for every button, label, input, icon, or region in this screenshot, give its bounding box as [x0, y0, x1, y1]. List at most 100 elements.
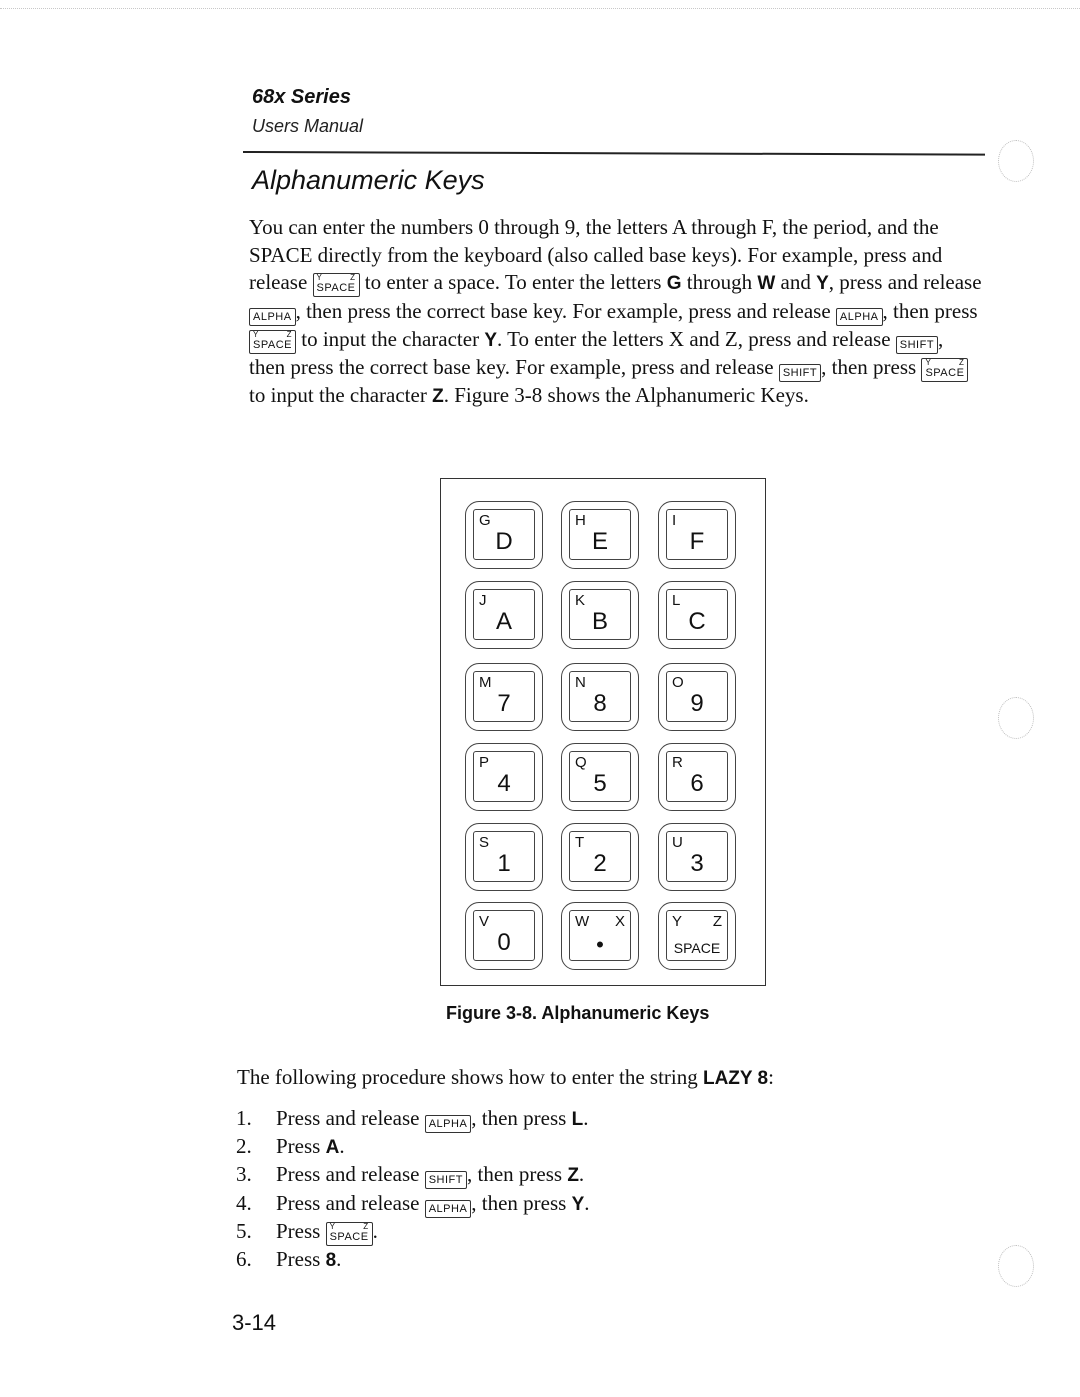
- procedure-step: 1. Press and release ALPHA, then press L.: [236, 1105, 590, 1133]
- key-face: T2: [569, 831, 631, 882]
- header-rule: [242, 151, 985, 156]
- key-alt-label: J: [479, 592, 487, 609]
- key-alt-label: T: [575, 834, 585, 851]
- keypad-key: LC: [658, 581, 736, 649]
- scan-edge-dots: [0, 8, 1080, 10]
- keypad-key: R6: [658, 743, 736, 811]
- key-main-label: 1: [497, 850, 511, 877]
- key-alt-label: G: [479, 512, 491, 529]
- key-main-label: •: [596, 932, 604, 957]
- key-face: W X •: [569, 910, 631, 961]
- intro-paragraph: You can enter the numbers 0 through 9, t…: [249, 215, 982, 407]
- step-character: Z: [567, 1165, 579, 1187]
- key-alt-label: S: [479, 834, 490, 851]
- key-face: HE: [569, 509, 631, 560]
- key-alt-label: L: [672, 592, 681, 609]
- key-face: Y Z SPACE: [666, 910, 728, 961]
- key-face: O9: [666, 671, 728, 722]
- alpha-key-icon: ALPHA: [424, 1115, 472, 1133]
- keypad-key: O9: [658, 663, 736, 731]
- key-alt-label: Y: [672, 913, 683, 930]
- key-main-label: A: [495, 608, 512, 635]
- key-main-label: 5: [593, 770, 607, 797]
- key-alt-label: M: [479, 674, 492, 691]
- running-header-series: 68x Series: [252, 86, 351, 108]
- alpha-key-icon: ALPHA: [835, 307, 883, 326]
- key-main-label: 9: [690, 690, 704, 717]
- figure-caption: Figure 3-8. Alphanumeric Keys: [446, 1003, 710, 1023]
- key-alt-label: K: [575, 592, 586, 609]
- key-face: GD: [473, 509, 535, 560]
- shift-key-icon: SHIFT: [895, 335, 939, 354]
- step-number: 6.: [236, 1246, 252, 1271]
- key-face: V0: [473, 910, 535, 961]
- keypad-key: HE: [561, 501, 639, 569]
- key-alt-label: R: [672, 754, 683, 771]
- key-face: LC: [666, 589, 728, 640]
- space-key-icon: Y Z SPACE: [249, 329, 296, 354]
- keypad-key: T2: [561, 823, 639, 891]
- step-character: A: [325, 1137, 340, 1159]
- key-face: KB: [569, 589, 631, 640]
- key-alt-label: N: [575, 674, 586, 691]
- key-main-label: D: [495, 528, 513, 555]
- key-alt-label: U: [672, 834, 683, 851]
- running-header-manual: Users Manual: [252, 116, 364, 136]
- key-alt-label: V: [479, 913, 490, 930]
- key-main-label: 2: [593, 850, 607, 877]
- key-face: M7: [473, 671, 535, 722]
- key-alt-label: O: [672, 674, 684, 691]
- key-face: U3: [666, 831, 728, 882]
- section-title: Alphanumeric Keys: [252, 165, 485, 195]
- step-number: 4.: [236, 1190, 252, 1215]
- key-main-label: 8: [593, 690, 607, 717]
- key-face: Q5: [569, 751, 631, 802]
- keypad-key: Q5: [561, 743, 639, 811]
- binder-hole-mark: [998, 1245, 1034, 1287]
- keypad-key: Y Z SPACE: [658, 902, 736, 970]
- procedure-step: 5. Press Y Z SPACE.: [236, 1218, 590, 1246]
- keypad-key: V0: [465, 902, 543, 970]
- keypad-figure: G D H E I F J A K B L C M 7 N 8 O 9 P 4 Q 5 R 6 S 1 T 2 U 3 V 0 W X • Y Z SPA…: [440, 478, 766, 986]
- key-main-label: SPACE: [673, 940, 721, 956]
- key-alt-label: H: [575, 512, 586, 529]
- alpha-key-icon: ALPHA: [424, 1199, 472, 1218]
- procedure-step: 2. Press A.: [236, 1133, 590, 1161]
- procedure-step: 4. Press and release ALPHA, then press Y.: [236, 1190, 590, 1218]
- key-face: N8: [569, 671, 631, 722]
- key-main-label: 4: [497, 770, 511, 797]
- key-alt-label: Q: [575, 754, 587, 771]
- key-main-label: 0: [497, 929, 511, 956]
- key-main-label: 7: [497, 690, 511, 717]
- key-main-label: C: [688, 608, 706, 635]
- keypad-key: KB: [561, 581, 639, 649]
- key-alt-label: I: [672, 512, 677, 529]
- key-main-label: 3: [690, 850, 704, 877]
- alpha-key-icon: ALPHA: [249, 307, 296, 326]
- key-main-label: B: [591, 608, 608, 635]
- procedure-step: 6. Press 8.: [236, 1246, 590, 1274]
- step-character: L: [571, 1109, 584, 1130]
- shift-key-icon: SHIFT: [778, 364, 822, 382]
- space-key-icon: Y Z SPACE: [312, 273, 360, 297]
- step-number: 1.: [236, 1106, 252, 1130]
- keypad-key: IF: [658, 501, 736, 569]
- space-key-icon: Y Z SPACE: [921, 358, 969, 382]
- key-face: S1: [473, 831, 535, 882]
- step-number: 2.: [236, 1134, 252, 1159]
- page-number: 3-14: [232, 1310, 277, 1335]
- binder-hole-mark: [998, 140, 1034, 182]
- key-face: IF: [666, 509, 728, 560]
- key-face: P4: [473, 751, 535, 802]
- key-face: R6: [666, 751, 728, 802]
- key-alt-label: P: [479, 754, 490, 771]
- step-number: 3.: [236, 1162, 252, 1187]
- keypad-key: GD: [465, 501, 543, 569]
- key-main-label: F: [689, 528, 705, 555]
- procedure-steps: 1. Press and release ALPHA, then press L.…: [236, 1105, 590, 1274]
- keypad-key: N8: [561, 663, 639, 731]
- keypad-key: P4: [465, 743, 543, 811]
- step-character: 8: [325, 1249, 337, 1271]
- key-alt-label: W: [575, 913, 590, 930]
- keypad-key: W X •: [561, 902, 639, 970]
